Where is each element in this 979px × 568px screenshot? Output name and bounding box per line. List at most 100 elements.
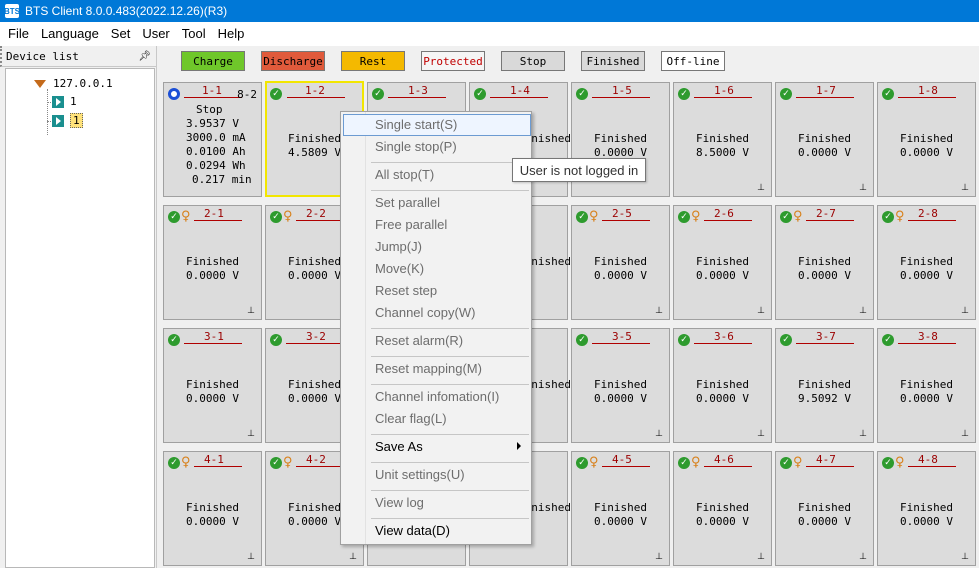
pin-icon: ⊥ <box>247 306 255 316</box>
channel-id-underline <box>194 220 242 221</box>
channel-cell-2-7[interactable]: ✓ ♀ 2-7 Finished 0.0000 V ⊥ <box>775 205 874 320</box>
tree-node-host[interactable]: 127.0.0.1 <box>34 75 113 92</box>
menu-view-data[interactable]: View data(D) <box>375 521 450 541</box>
channel-cell-1-8[interactable]: ✓ 1-8 Finished 0.0000 V ⊥ <box>877 82 976 197</box>
key-icon: ♀ <box>691 455 701 470</box>
menu-channel-copy[interactable]: Channel copy(W) <box>375 303 475 323</box>
menu-save-as[interactable]: Save As <box>375 437 423 457</box>
channel-cell-2-5[interactable]: ✓ ♀ 2-5 Finished 0.0000 V ⊥ <box>571 205 670 320</box>
channel-cell-3-8[interactable]: ✓ 3-8 Finished 0.0000 V ⊥ <box>877 328 976 443</box>
channel-id: 2-7 <box>816 207 836 220</box>
menu-single-start[interactable]: Single start(S) <box>375 115 457 135</box>
channel-id-underline <box>694 343 752 344</box>
channel-id-underline <box>490 97 548 98</box>
channel-id-underline <box>898 97 956 98</box>
menu-reset-step[interactable]: Reset step <box>375 281 437 301</box>
unit-icon <box>52 95 64 108</box>
channel-status: Finished <box>900 378 953 391</box>
tree-node-unit-selected[interactable]: 1 <box>52 112 83 129</box>
channel-cell-4-6[interactable]: ✓ ♀ 4-6 Finished 0.0000 V ⊥ <box>673 451 772 566</box>
channel-status: Finished <box>798 132 851 145</box>
channel-id-underline <box>806 220 854 221</box>
channel-context-menu: Single start(S) Single stop(P) All stop(… <box>340 111 532 545</box>
channel-id: 2-2 <box>306 207 326 220</box>
menu-help[interactable]: Help <box>212 22 251 46</box>
unit-label: 1 <box>70 95 77 108</box>
menu-reset-alarm[interactable]: Reset alarm(R) <box>375 331 463 351</box>
device-tree[interactable]: 127.0.0.1 1 1 <box>5 68 155 568</box>
menu-single-stop[interactable]: Single stop(P) <box>375 137 457 157</box>
check-icon: ✓ <box>678 88 690 100</box>
key-icon: ♀ <box>589 209 599 224</box>
channel-status: Finished <box>594 255 647 268</box>
key-icon: ♀ <box>181 209 191 224</box>
check-icon: ✓ <box>474 88 486 100</box>
channel-status: Stop <box>196 103 223 116</box>
channel-status: Finished <box>186 501 239 514</box>
channel-id-underline <box>286 343 344 344</box>
channel-voltage: 0.0000 V <box>186 392 239 405</box>
menu-all-stop[interactable]: All stop(T) <box>375 165 434 185</box>
device-list-title: Device list <box>6 49 79 63</box>
menu-free-parallel[interactable]: Free parallel <box>375 215 447 235</box>
menu-user[interactable]: User <box>136 22 175 46</box>
menu-view-log[interactable]: View log <box>375 493 424 513</box>
menu-separator <box>371 384 529 385</box>
tree-node-unit[interactable]: 1 <box>52 93 77 110</box>
channel-cell-4-7[interactable]: ✓ ♀ 4-7 Finished 0.0000 V ⊥ <box>775 451 874 566</box>
channel-readings: Stop 3.9537 V 3000.0 mA 0.0100 Ah 0.0294… <box>186 103 252 187</box>
channel-id: 2-1 <box>204 207 224 220</box>
channel-id: 1-7 <box>816 84 836 97</box>
channel-cell-4-8[interactable]: ✓ ♀ 4-8 Finished 0.0000 V ⊥ <box>877 451 976 566</box>
menu-language[interactable]: Language <box>35 22 105 46</box>
channel-cell-4-5[interactable]: ✓ ♀ 4-5 Finished 0.0000 V ⊥ <box>571 451 670 566</box>
channel-cell-2-8[interactable]: ✓ ♀ 2-8 Finished 0.0000 V ⊥ <box>877 205 976 320</box>
menu-file[interactable]: File <box>2 22 35 46</box>
menu-set-parallel[interactable]: Set parallel <box>375 193 440 213</box>
channel-cell-2-6[interactable]: ✓ ♀ 2-6 Finished 0.0000 V ⊥ <box>673 205 772 320</box>
pin-icon: ⊥ <box>655 306 663 316</box>
expand-icon[interactable] <box>34 79 46 88</box>
channel-status: Finished <box>900 132 953 145</box>
channel-status: Finished <box>186 255 239 268</box>
menu-separator <box>371 190 529 191</box>
channel-id-underline <box>296 466 344 467</box>
channel-cell-3-1[interactable]: ✓ 3-1 Finished 0.0000 V ⊥ <box>163 328 262 443</box>
menu-jump[interactable]: Jump(J) <box>375 237 422 257</box>
menu-channel-information[interactable]: Channel infomation(I) <box>375 387 499 407</box>
channel-cell-3-5[interactable]: ✓ 3-5 Finished 0.0000 V ⊥ <box>571 328 670 443</box>
menu-move[interactable]: Move(K) <box>375 259 424 279</box>
channel-status: Finished <box>696 255 749 268</box>
channel-id-underline <box>806 466 854 467</box>
submenu-arrow-icon <box>517 442 521 450</box>
channel-voltage: 8.5000 V <box>696 146 749 159</box>
channel-cell-1-7[interactable]: ✓ 1-7 Finished 0.0000 V ⊥ <box>775 82 874 197</box>
channel-id: 4-1 <box>204 453 224 466</box>
check-icon: ✓ <box>576 334 588 346</box>
channel-cell-1-6[interactable]: ✓ 1-6 Finished 8.5000 V ⊥ <box>673 82 772 197</box>
pin-icon: ⊥ <box>757 183 765 193</box>
menu-reset-mapping[interactable]: Reset mapping(M) <box>375 359 482 379</box>
legend-discharge: Discharge <box>261 51 325 71</box>
channel-cell-2-1[interactable]: ✓ ♀ 2-1 Finished 0.0000 V ⊥ <box>163 205 262 320</box>
channel-id: 4-7 <box>816 453 836 466</box>
menu-tool[interactable]: Tool <box>176 22 212 46</box>
pin-icon: ⊥ <box>655 552 663 562</box>
pin-icon[interactable]: 📌︎ <box>138 51 151 62</box>
channel-id-underline <box>194 466 242 467</box>
legend-protected: Protected <box>421 51 485 71</box>
menu-clear-flag[interactable]: Clear flag(L) <box>375 409 447 429</box>
menu-set[interactable]: Set <box>105 22 137 46</box>
channel-cell-3-7[interactable]: ✓ 3-7 Finished 9.5092 V ⊥ <box>775 328 874 443</box>
channel-cell-1-1[interactable]: 1-1 8-2 Stop 3.9537 V 3000.0 mA 0.0100 A… <box>163 82 262 197</box>
channel-id-underline <box>296 220 344 221</box>
channel-id: 2-8 <box>918 207 938 220</box>
channel-cell-3-6[interactable]: ✓ 3-6 Finished 0.0000 V ⊥ <box>673 328 772 443</box>
menu-unit-settings[interactable]: Unit settings(U) <box>375 465 465 485</box>
pin-icon: ⊥ <box>961 552 969 562</box>
channel-id-underline <box>694 97 752 98</box>
legend-stop: Stop <box>501 51 565 71</box>
channel-cell-4-1[interactable]: ✓ ♀ 4-1 Finished 0.0000 V ⊥ <box>163 451 262 566</box>
legend-offline: Off-line <box>661 51 725 71</box>
channel-status: Finished <box>798 255 851 268</box>
